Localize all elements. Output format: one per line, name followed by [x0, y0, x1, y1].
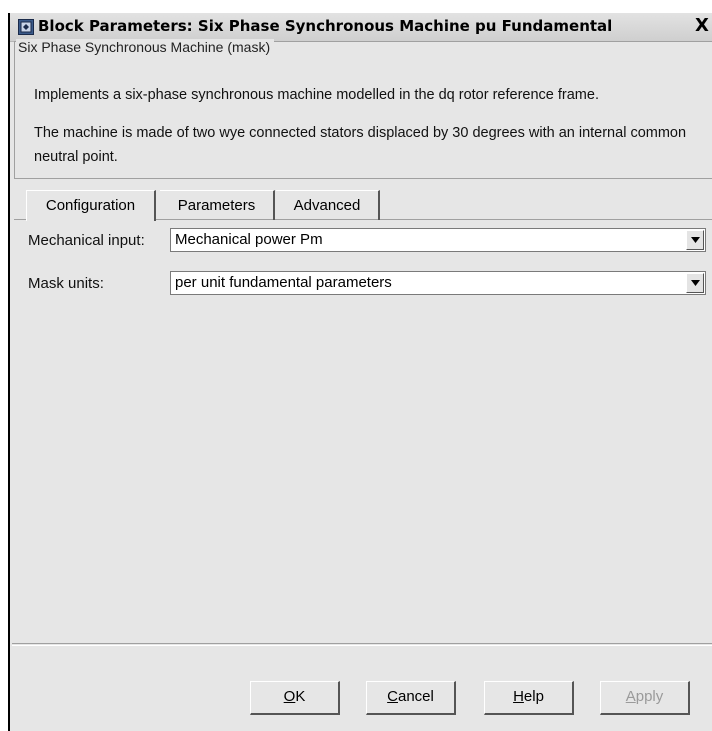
content-panel-divider	[12, 643, 712, 644]
chevron-down-icon[interactable]	[686, 230, 704, 250]
close-icon[interactable]: X	[692, 15, 712, 37]
cancel-button[interactable]: Cancel	[366, 681, 456, 715]
block-parameters-dialog: Block Parameters: Six Phase Synchronous …	[8, 13, 712, 731]
tab-advanced[interactable]: Advanced	[276, 190, 380, 220]
apply-button[interactable]: Apply	[600, 681, 690, 715]
mask-description-line1: Implements a six-phase synchronous machi…	[34, 87, 599, 103]
simulink-block-icon	[18, 19, 34, 35]
mask-units-label: Mask units:	[28, 275, 104, 292]
cancel-label-rest: ancel	[397, 688, 434, 705]
cancel-mnemonic: C	[387, 688, 398, 705]
tab-configuration[interactable]: Configuration	[26, 190, 156, 221]
help-button[interactable]: Help	[484, 681, 574, 715]
ok-label-rest: K	[295, 688, 306, 705]
tab-parameters[interactable]: Parameters	[160, 190, 275, 220]
mechanical-input-select[interactable]: Mechanical power Pm	[170, 228, 706, 252]
help-mnemonic: H	[513, 688, 524, 705]
mask-units-select[interactable]: per unit fundamental parameters	[170, 271, 706, 295]
content-panel-divider-highlight	[12, 645, 712, 646]
apply-mnemonic: A	[625, 688, 636, 705]
ok-mnemonic: O	[283, 688, 296, 705]
mask-units-value: per unit fundamental parameters	[175, 274, 392, 291]
window-title: Block Parameters: Six Phase Synchronous …	[38, 17, 613, 35]
title-bar[interactable]: Block Parameters: Six Phase Synchronous …	[10, 13, 712, 42]
help-label-rest: elp	[523, 688, 544, 705]
mechanical-input-label: Mechanical input:	[28, 232, 145, 249]
apply-label-rest: pply	[635, 688, 664, 705]
mechanical-input-value: Mechanical power Pm	[175, 231, 323, 248]
mask-group-legend: Six Phase Synchronous Machine (mask)	[16, 39, 275, 55]
mask-description-line2: The machine is made of two wye connected…	[34, 125, 687, 165]
ok-button[interactable]: OK	[250, 681, 340, 715]
chevron-down-icon[interactable]	[686, 273, 704, 293]
